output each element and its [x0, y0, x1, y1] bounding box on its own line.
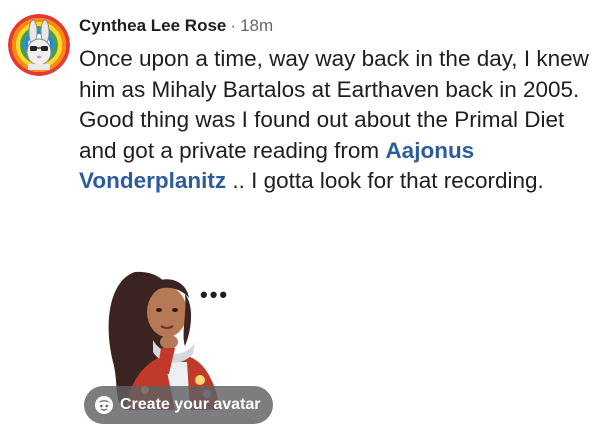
create-avatar-label: Create your avatar	[120, 396, 261, 413]
profile-avatar[interactable]	[8, 14, 70, 76]
comment-text: Once upon a time, way way back in the da…	[79, 44, 594, 197]
comment-text-part2: .. I gotta look for that recording.	[226, 168, 544, 193]
comment-text-part1: Once upon a time, way way back in the da…	[79, 46, 589, 163]
comment-header: Cynthea Lee Rose · 18m	[79, 16, 273, 36]
bunny-avatar-icon	[8, 14, 70, 76]
create-avatar-button[interactable]: Create your avatar	[84, 386, 273, 424]
avatar-face-icon	[94, 395, 114, 415]
author-name[interactable]: Cynthea Lee Rose	[79, 16, 226, 35]
comment: Cynthea Lee Rose · 18m Once upon a time, w…	[0, 0, 600, 433]
separator: ·	[230, 16, 237, 35]
typing-dots: •••	[200, 282, 230, 307]
timestamp[interactable]: 18m	[240, 16, 273, 35]
